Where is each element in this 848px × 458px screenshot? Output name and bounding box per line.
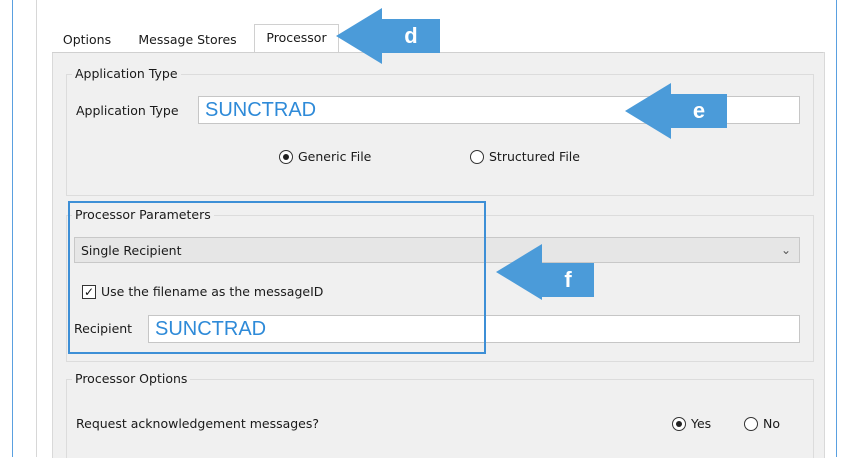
- radio-ack-yes-label: Yes: [691, 416, 712, 431]
- callout-e-arrowhead: [625, 83, 671, 139]
- radio-ack-yes[interactable]: [672, 417, 686, 431]
- radio-ack-no-label: No: [763, 416, 780, 431]
- radio-generic-file[interactable]: [279, 150, 293, 164]
- window-divider: [36, 0, 37, 457]
- callout-d-arrowhead: [336, 8, 382, 64]
- radio-structured-file[interactable]: [470, 150, 484, 164]
- highlight-box: [68, 201, 486, 354]
- window-border-left: [12, 0, 13, 457]
- tab-options[interactable]: Options: [54, 27, 120, 52]
- window-border-right: [836, 0, 837, 457]
- chevron-down-icon: ⌄: [780, 243, 791, 257]
- radio-ack-no[interactable]: [744, 417, 758, 431]
- tab-processor[interactable]: Processor: [254, 24, 339, 52]
- radio-structured-file-label: Structured File: [489, 149, 580, 164]
- application-type-group-title: Application Type: [72, 66, 181, 81]
- tab-message-stores[interactable]: Message Stores: [126, 27, 249, 52]
- application-type-group: [66, 74, 814, 196]
- callout-f-arrowhead: [496, 244, 542, 300]
- callout-e: e: [671, 94, 727, 128]
- callout-f: f: [542, 263, 594, 297]
- acknowledgement-question: Request acknowledgement messages?: [76, 416, 320, 431]
- radio-generic-file-label: Generic File: [298, 149, 372, 164]
- application-type-label: Application Type: [76, 103, 179, 118]
- callout-d: d: [382, 19, 440, 53]
- processor-options-title: Processor Options: [72, 371, 191, 386]
